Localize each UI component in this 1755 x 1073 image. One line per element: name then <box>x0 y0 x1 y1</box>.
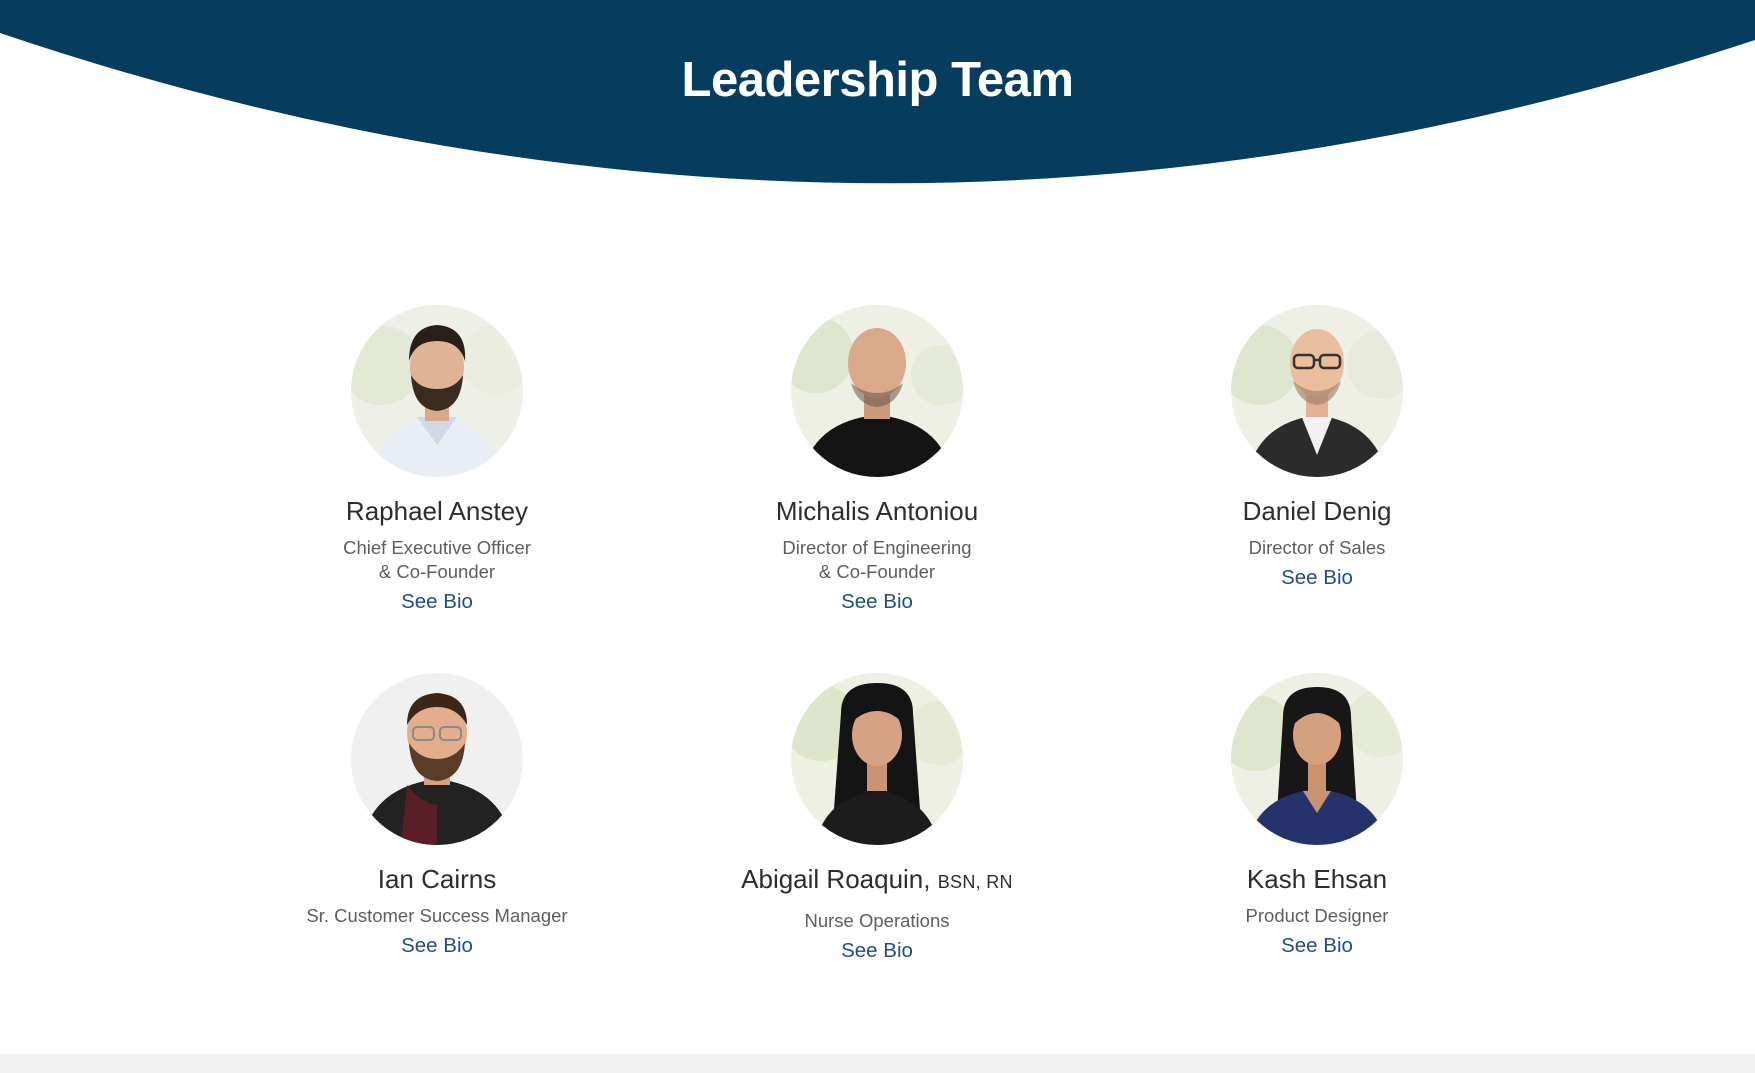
member-role: Nurse Operations <box>804 910 950 931</box>
footer-strip <box>0 1054 1755 1073</box>
team-member-card: Michalis Antoniou Director of Engineerin… <box>657 305 1097 616</box>
see-bio-link[interactable]: See Bio <box>841 588 913 616</box>
team-member-card: Ian Cairns Sr. Customer Success Manager … <box>217 673 657 960</box>
member-role: Director of Sales <box>1248 537 1386 558</box>
member-name: Raphael Anstey <box>345 496 529 526</box>
avatar <box>1231 673 1403 845</box>
team-member-card: Abigail Roaquin, BSN, RN Nurse Operation… <box>657 673 1097 965</box>
see-bio-link[interactable]: See Bio <box>1281 564 1353 592</box>
hero-banner: Leadership Team <box>0 0 1755 200</box>
member-role: Director of Engineering & Co-Founder <box>782 537 972 582</box>
avatar <box>351 305 523 477</box>
avatar <box>1231 305 1403 477</box>
team-member-card: Raphael Anstey Chief Executive Officer &… <box>217 305 657 616</box>
member-role: Product Designer <box>1245 905 1389 926</box>
team-member-card: Daniel Denig Director of Sales See Bio <box>1097 305 1537 592</box>
see-bio-link[interactable]: See Bio <box>401 588 473 616</box>
page-title: Leadership Team <box>681 53 1074 107</box>
member-name: Michalis Antoniou <box>775 496 979 526</box>
avatar <box>791 305 963 477</box>
see-bio-link[interactable]: See Bio <box>841 937 913 965</box>
member-name: Abigail Roaquin, BSN, RN <box>741 864 1013 894</box>
member-name: Daniel Denig <box>1242 496 1392 526</box>
team-member-card: Kash Ehsan Product Designer See Bio <box>1097 673 1537 960</box>
member-name: Ian Cairns <box>377 864 497 894</box>
member-credentials: BSN, RN <box>937 872 1013 892</box>
avatar <box>791 673 963 845</box>
member-role: Sr. Customer Success Manager <box>306 905 568 926</box>
member-name: Kash Ehsan <box>1246 864 1388 894</box>
avatar <box>351 673 523 845</box>
see-bio-link[interactable]: See Bio <box>401 932 473 960</box>
member-role: Chief Executive Officer & Co-Founder <box>343 537 531 582</box>
see-bio-link[interactable]: See Bio <box>1281 932 1353 960</box>
